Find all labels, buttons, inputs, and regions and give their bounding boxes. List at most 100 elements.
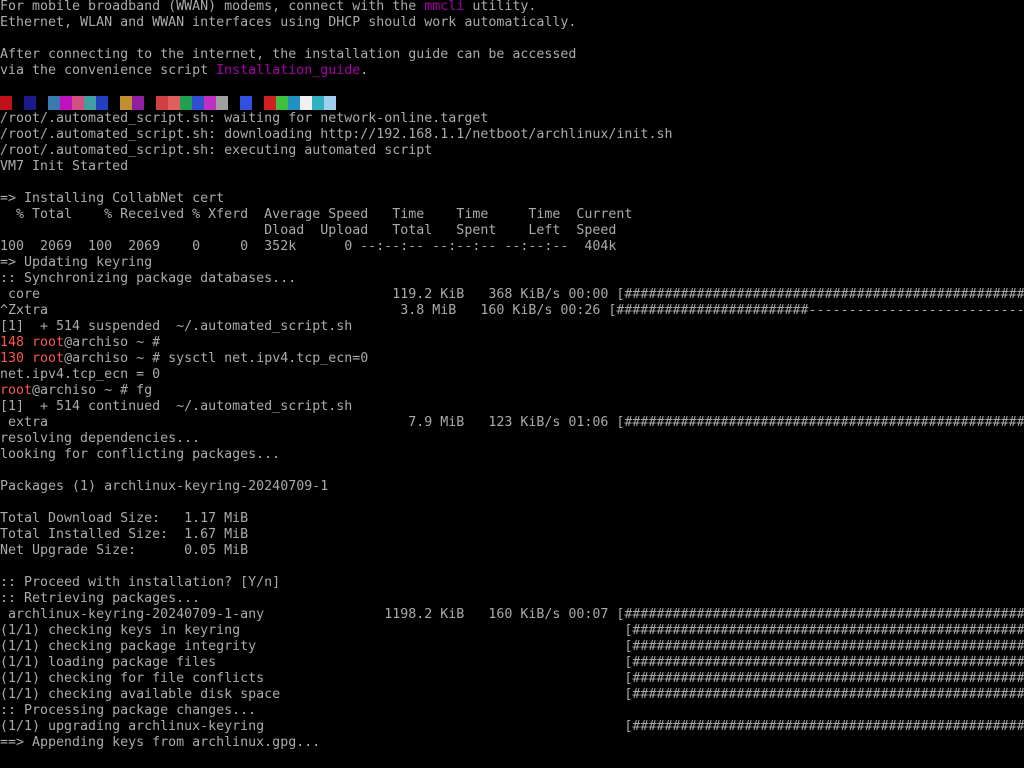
glitch-block bbox=[96, 96, 108, 110]
terminal-line: ^Zxtra 3.8 MiB 160 KiB/s 00:26 [########… bbox=[0, 303, 1024, 319]
text-segment: /root/.automated_script.sh: waiting for … bbox=[0, 111, 489, 126]
terminal-line: ==> Appending keys from archlinux.gpg... bbox=[0, 735, 320, 751]
text-segment: net.ipv4.tcp_ecn = 0 bbox=[0, 367, 161, 382]
text-segment: @archiso ~ # sysctl net.ipv4.tcp_ecn=0 bbox=[64, 351, 369, 366]
text-segment: core 119.2 KiB 368 KiB/s 00:00 [########… bbox=[0, 287, 1024, 302]
text-segment: ==> Appending keys from archlinux.gpg... bbox=[0, 735, 321, 750]
text-segment: (1/1) loading package files [###########… bbox=[0, 655, 1024, 670]
prompt-segment: 148 bbox=[0, 335, 33, 350]
text-segment: :: Synchronizing package databases... bbox=[0, 271, 297, 286]
text-segment: For mobile broadband (WWAN) modems, conn… bbox=[0, 0, 425, 14]
terminal-line: Total Download Size: 1.17 MiB bbox=[0, 511, 248, 527]
glitch-block bbox=[216, 96, 228, 110]
glitch-block bbox=[192, 96, 204, 110]
text-segment: => Updating keyring bbox=[0, 255, 153, 270]
terminal-line: :: Proceed with installation? [Y/n] bbox=[0, 575, 280, 591]
prompt-segment: 130 bbox=[0, 351, 33, 366]
glitch-block bbox=[36, 96, 48, 110]
glitch-block bbox=[84, 96, 96, 110]
prompt-segment: root bbox=[32, 351, 65, 366]
terminal-line: looking for conflicting packages... bbox=[0, 447, 280, 463]
text-segment: mmcli bbox=[424, 0, 465, 14]
glitch-block bbox=[204, 96, 216, 110]
terminal-line: /root/.automated_script.sh: executing au… bbox=[0, 143, 432, 159]
glitch-block bbox=[252, 96, 264, 110]
terminal-line: For mobile broadband (WWAN) modems, conn… bbox=[0, 0, 536, 15]
text-segment: After connecting to the internet, the in… bbox=[0, 47, 577, 62]
prompt-segment: root bbox=[32, 335, 65, 350]
text-segment: :: Processing package changes... bbox=[0, 703, 257, 718]
terminal-line: VM7 Init Started bbox=[0, 159, 128, 175]
terminal-line: (1/1) checking for file conflicts [#####… bbox=[0, 671, 1024, 687]
terminal-line: net.ipv4.tcp_ecn = 0 bbox=[0, 367, 160, 383]
text-segment: :: Proceed with installation? [Y/n] bbox=[0, 575, 281, 590]
terminal-line: extra 7.9 MiB 123 KiB/s 01:06 [#########… bbox=[0, 415, 1024, 431]
terminal-line: /root/.automated_script.sh: waiting for … bbox=[0, 111, 488, 127]
terminal-line: [1] + 514 suspended ~/.automated_script.… bbox=[0, 319, 352, 335]
terminal-line: => Updating keyring bbox=[0, 255, 152, 271]
glitch-block bbox=[72, 96, 84, 110]
terminal-line: After connecting to the internet, the in… bbox=[0, 47, 576, 63]
text-segment: :: Retrieving packages... bbox=[0, 591, 201, 606]
text-segment: [1] + 514 continued ~/.automated_script.… bbox=[0, 399, 353, 414]
glitch-block bbox=[180, 96, 192, 110]
glitch-block bbox=[312, 96, 324, 110]
text-segment: Total Installed Size: 1.67 MiB bbox=[0, 527, 249, 542]
glitch-block bbox=[132, 96, 144, 110]
terminal-line: Net Upgrade Size: 0.05 MiB bbox=[0, 543, 248, 559]
glitch-block bbox=[156, 96, 168, 110]
glitch-block bbox=[276, 96, 288, 110]
terminal-line: Ethernet, WLAN and WWAN interfaces using… bbox=[0, 15, 576, 31]
terminal-line: 100 2069 100 2069 0 0 352k 0 --:--:-- --… bbox=[0, 239, 616, 255]
text-segment: (1/1) checking for file conflicts [#####… bbox=[0, 671, 1024, 686]
glitch-block bbox=[60, 96, 72, 110]
text-segment: archlinux-keyring-20240709-1-any 1198.2 … bbox=[0, 607, 1024, 622]
terminal-line: 130 root@archiso ~ # sysctl net.ipv4.tcp… bbox=[0, 351, 368, 367]
terminal-line: (1/1) checking package integrity [######… bbox=[0, 639, 1024, 655]
text-segment: % Total % Received % Xferd Average Speed… bbox=[0, 207, 633, 222]
terminal-line: Dload Upload Total Spent Left Speed bbox=[0, 223, 616, 239]
text-segment: Installation_guide bbox=[216, 63, 361, 78]
text-segment: Net Upgrade Size: 0.05 MiB bbox=[0, 543, 249, 558]
terminal-line: Packages (1) archlinux-keyring-20240709-… bbox=[0, 479, 328, 495]
text-segment: Ethernet, WLAN and WWAN interfaces using… bbox=[0, 15, 577, 30]
terminal-line: via the convenience script Installation_… bbox=[0, 63, 368, 79]
text-segment: resolving dependencies... bbox=[0, 431, 201, 446]
text-segment: Packages (1) archlinux-keyring-20240709-… bbox=[0, 479, 329, 494]
text-segment: . bbox=[360, 63, 369, 78]
text-segment: [1] + 514 suspended ~/.automated_script.… bbox=[0, 319, 353, 334]
terminal-line: (1/1) loading package files [###########… bbox=[0, 655, 1024, 671]
glitch-block bbox=[324, 96, 336, 110]
text-segment: Dload Upload Total Spent Left Speed bbox=[0, 223, 617, 238]
text-segment: (1/1) checking package integrity [######… bbox=[0, 639, 1024, 654]
glitch-block bbox=[144, 96, 156, 110]
text-segment: @archiso ~ # bbox=[64, 335, 161, 350]
glitch-block bbox=[300, 96, 312, 110]
text-segment: looking for conflicting packages... bbox=[0, 447, 281, 462]
terminal-screen[interactable]: For mobile broadband (WWAN) modems, conn… bbox=[0, 0, 1024, 768]
terminal-line: [1] + 514 continued ~/.automated_script.… bbox=[0, 399, 352, 415]
terminal-line: (1/1) upgrading archlinux-keyring [#####… bbox=[0, 719, 1024, 735]
glitch-color-bar bbox=[0, 96, 336, 110]
terminal-line: /root/.automated_script.sh: downloading … bbox=[0, 127, 672, 143]
glitch-block bbox=[240, 96, 252, 110]
glitch-block bbox=[48, 96, 60, 110]
glitch-block bbox=[228, 96, 240, 110]
text-segment: (1/1) checking available disk space [###… bbox=[0, 687, 1024, 702]
glitch-block bbox=[168, 96, 180, 110]
terminal-line: :: Synchronizing package databases... bbox=[0, 271, 296, 287]
text-segment: /root/.automated_script.sh: downloading … bbox=[0, 127, 673, 142]
glitch-block bbox=[264, 96, 276, 110]
text-segment: /root/.automated_script.sh: executing au… bbox=[0, 143, 433, 158]
prompt-segment: root bbox=[0, 383, 33, 398]
terminal-line: % Total % Received % Xferd Average Speed… bbox=[0, 207, 632, 223]
text-segment: utility. bbox=[464, 0, 537, 14]
text-segment: extra 7.9 MiB 123 KiB/s 01:06 [#########… bbox=[0, 415, 1024, 430]
glitch-block bbox=[120, 96, 132, 110]
glitch-block bbox=[24, 96, 36, 110]
text-segment: => Installing CollabNet cert bbox=[0, 191, 225, 206]
terminal-line: :: Retrieving packages... bbox=[0, 591, 200, 607]
text-segment: (1/1) upgrading archlinux-keyring [#####… bbox=[0, 719, 1024, 734]
terminal-line: resolving dependencies... bbox=[0, 431, 200, 447]
text-segment: Total Download Size: 1.17 MiB bbox=[0, 511, 249, 526]
